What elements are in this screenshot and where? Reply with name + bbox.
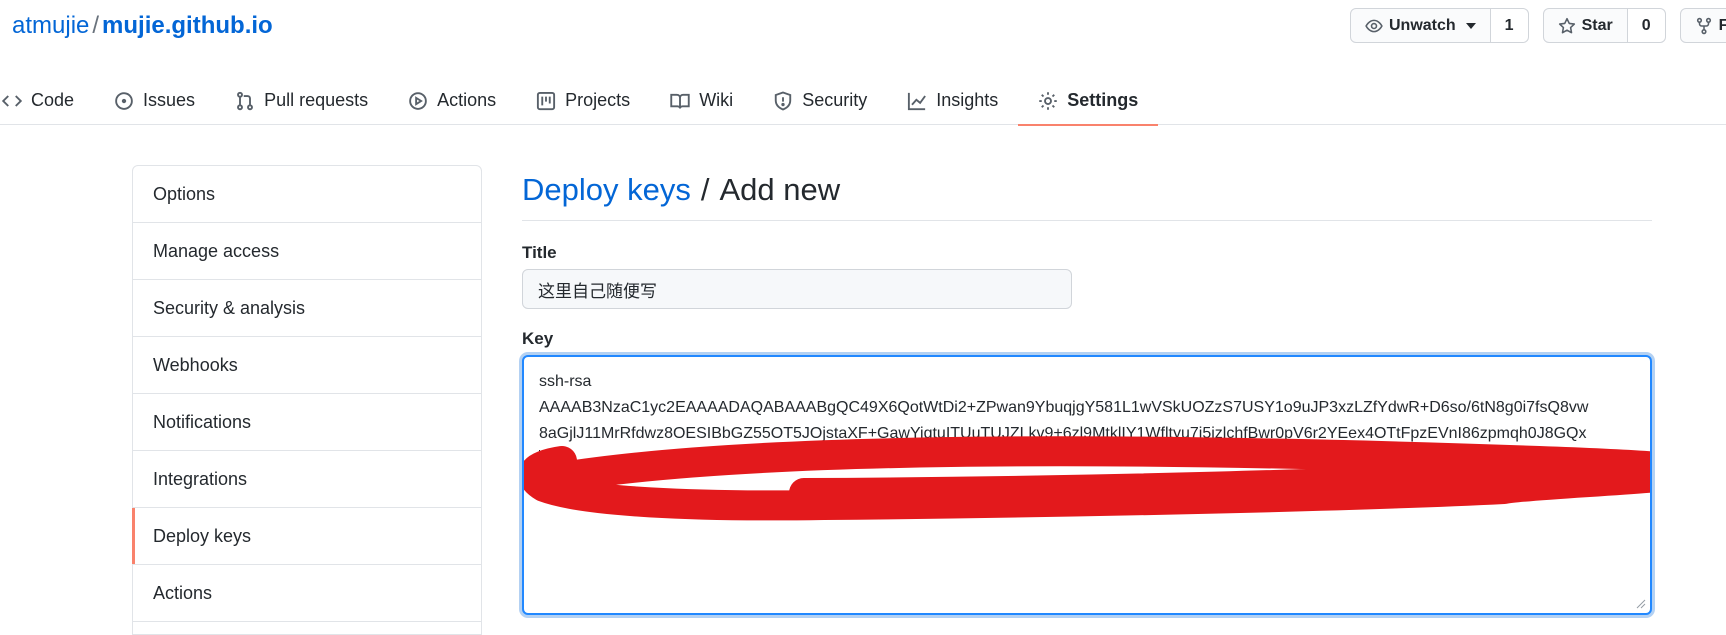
tab-label: Projects bbox=[565, 90, 631, 110]
tab-insights[interactable]: Insights bbox=[887, 76, 1018, 125]
sidebar-item-options[interactable]: Options bbox=[133, 166, 481, 223]
star-icon bbox=[1558, 17, 1576, 35]
tab-label: Actions bbox=[437, 90, 497, 110]
tab-actions[interactable]: Actions bbox=[388, 76, 516, 125]
star-button-group: Star 0 bbox=[1542, 8, 1666, 43]
code-icon bbox=[2, 91, 22, 111]
star-count[interactable]: 0 bbox=[1626, 9, 1665, 42]
main-content: Deploy keys / Add new Title Key ssh-rsa AA… bbox=[522, 165, 1652, 615]
breadcrumb-deploy-keys-link[interactable]: Deploy keys bbox=[522, 172, 691, 207]
title-input[interactable] bbox=[522, 269, 1072, 309]
tab-label: Code bbox=[31, 90, 75, 110]
fork-label: Fo bbox=[1718, 16, 1726, 34]
sidebar-item-notifications[interactable]: Notifications bbox=[133, 394, 481, 451]
graph-icon bbox=[907, 91, 927, 111]
sidebar-item-manage-access[interactable]: Manage access bbox=[133, 223, 481, 280]
sidebar-item-integrations[interactable]: Integrations bbox=[133, 451, 481, 508]
repo-header: atmujie / mujie.github.io Unwatch 1 Star 0 bbox=[0, 0, 1726, 126]
tab-label: Issues bbox=[143, 90, 196, 110]
star-label: Star bbox=[1581, 16, 1613, 34]
chevron-down-icon bbox=[1465, 22, 1476, 29]
unwatch-label: Unwatch bbox=[1389, 16, 1456, 34]
tab-projects[interactable]: Projects bbox=[516, 76, 650, 125]
tab-code[interactable]: Code bbox=[0, 76, 94, 125]
repo-actions: Unwatch 1 Star 0 Fo bbox=[1350, 8, 1726, 43]
repo-title: atmujie / mujie.github.io bbox=[12, 10, 273, 42]
settings-sidebar: Options Manage access Security & analysi… bbox=[132, 165, 482, 635]
project-icon bbox=[536, 91, 556, 111]
tab-issues[interactable]: Issues bbox=[94, 76, 215, 125]
key-field-label: Key bbox=[522, 329, 554, 348]
repo-owner-link[interactable]: atmujie bbox=[12, 12, 89, 39]
tab-wiki[interactable]: Wiki bbox=[650, 76, 753, 125]
tab-settings[interactable]: Settings bbox=[1018, 76, 1159, 126]
book-icon bbox=[670, 91, 690, 111]
issue-icon bbox=[114, 91, 134, 111]
sidebar-item-actions[interactable]: Actions bbox=[133, 565, 481, 622]
tab-label: Insights bbox=[936, 90, 999, 110]
tab-pull-requests[interactable]: Pull requests bbox=[215, 76, 388, 125]
key-textarea[interactable]: ssh-rsa AAAAB3NzaC1yc2EAAAADAQABAAABgQC4… bbox=[522, 355, 1652, 615]
sidebar-item-security-analysis[interactable]: Security & analysis bbox=[133, 280, 481, 337]
unwatch-button[interactable]: Unwatch bbox=[1351, 9, 1490, 42]
tab-label: Settings bbox=[1067, 90, 1139, 110]
star-button[interactable]: Star bbox=[1544, 9, 1627, 42]
redaction-scribble bbox=[524, 436, 1650, 521]
fork-button-group: Fo bbox=[1679, 8, 1726, 43]
tab-label: Security bbox=[802, 90, 868, 110]
watch-button-group: Unwatch 1 bbox=[1350, 8, 1529, 43]
page-title: Add new bbox=[719, 172, 841, 207]
title-field-label: Title bbox=[522, 243, 557, 262]
eye-icon bbox=[1365, 17, 1383, 35]
gear-icon bbox=[1038, 91, 1058, 111]
play-icon bbox=[408, 91, 428, 111]
repo-title-separator: / bbox=[92, 12, 100, 39]
repo-tabs: Code Issues Pull requests Actions Projec… bbox=[0, 76, 1159, 126]
sidebar-item-deploy-keys[interactable]: Deploy keys bbox=[132, 508, 481, 565]
watch-count[interactable]: 1 bbox=[1489, 9, 1528, 42]
fork-icon bbox=[1695, 17, 1713, 35]
page-heading: Deploy keys / Add new bbox=[522, 165, 1652, 221]
tab-security[interactable]: Security bbox=[753, 76, 887, 125]
pull-request-icon bbox=[235, 91, 255, 111]
tab-label: Pull requests bbox=[264, 90, 369, 110]
tab-label: Wiki bbox=[699, 90, 734, 110]
resize-grip-icon[interactable] bbox=[1634, 597, 1646, 609]
shield-icon bbox=[773, 91, 793, 111]
fork-button[interactable]: Fo bbox=[1681, 9, 1726, 42]
sidebar-item-webhooks[interactable]: Webhooks bbox=[133, 337, 481, 394]
breadcrumb-separator: / bbox=[700, 172, 710, 207]
repo-name-link[interactable]: mujie.github.io bbox=[102, 12, 273, 39]
